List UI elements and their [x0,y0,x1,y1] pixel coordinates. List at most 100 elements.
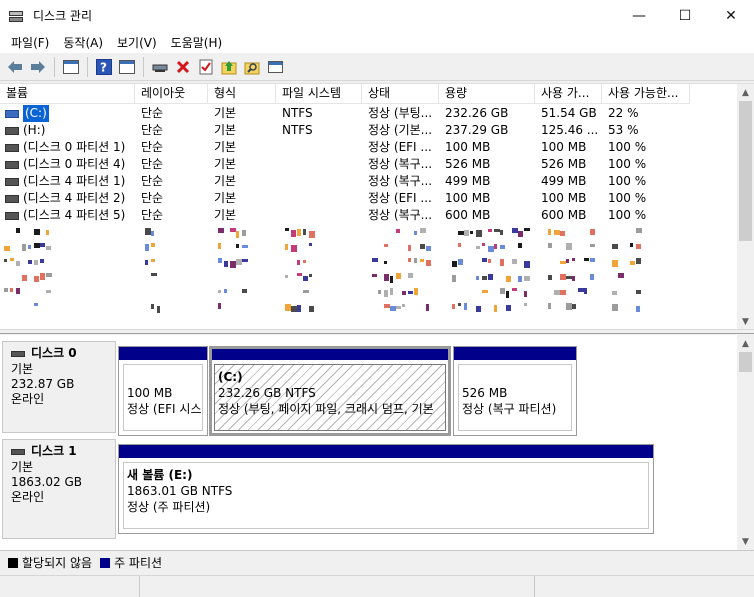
search-icon[interactable] [241,56,263,78]
redacted-pixel [476,246,480,249]
help-icon[interactable]: ? [93,56,115,78]
volume-percent-free: 100 % [608,191,647,205]
volume-type: 기본 [214,191,237,205]
close-button[interactable]: ✕ [708,0,754,31]
volume-icon [5,109,19,118]
menu-view[interactable]: 보기(V) [110,34,164,51]
scroll-down-icon[interactable]: ▼ [737,313,754,330]
redacted-pixel [242,230,246,236]
volume-type: 기본 [214,157,237,171]
column-layout[interactable]: 레이아웃 [135,84,208,104]
table-row[interactable]: (디스크 0 파티션 1) 단순 기본 정상 (EFI ... 100 MB 1… [0,139,736,156]
disk-1-label[interactable]: 디스크 1 기본 1863.02 GB 온라인 [2,439,116,539]
redacted-pixel [285,275,288,278]
redacted-pixel [46,290,51,293]
redacted-pixel [488,274,493,280]
volume-layout: 단순 [141,140,164,154]
volume-filesystem [276,173,362,190]
volume-icon [5,211,19,220]
scroll-up-icon[interactable]: ▲ [737,84,754,101]
redacted-pixel [482,290,488,293]
partition-e[interactable]: 새 볼륨 (E:) 1863.01 GB NTFS 정상 (주 파티션) [118,444,654,534]
redacted-pixel [452,304,455,309]
redacted-pixel [518,231,523,237]
redacted-pixel [524,291,527,297]
redacted-pixel [630,243,633,247]
redacted-pixel [560,231,565,236]
table-row[interactable]: (디스크 0 파티션 4) 단순 기본 정상 (복구... 526 MB 526… [0,156,736,173]
redacted-pixel [22,244,26,251]
delete-icon[interactable] [172,56,194,78]
redacted-pixel [636,244,641,249]
disk-0-label[interactable]: 디스크 0 기본 232.87 GB 온라인 [2,341,116,433]
menu-action[interactable]: 동작(A) [56,34,110,51]
redacted-pixel [46,230,49,235]
column-status[interactable]: 상태 [362,84,439,104]
redacted-pixel [636,258,641,264]
up-arrow-icon[interactable] [218,56,240,78]
table-row[interactable]: (C:) 단순 기본 NTFS 정상 (부팅... 232.26 GB 51.5… [0,105,736,122]
scrollbar-thumb[interactable] [739,101,752,241]
maximize-button[interactable]: ☐ [662,0,708,31]
partition-c[interactable]: (C:) 232.26 GB NTFS 정상 (부팅, 페이지 파일, 크래시 … [209,346,451,436]
column-volume[interactable]: 볼륨 [0,84,135,104]
forward-arrow-icon[interactable] [27,56,49,78]
volume-type: 기본 [214,208,237,222]
checklist-icon[interactable] [195,56,217,78]
pane-splitter[interactable] [0,329,754,334]
back-arrow-icon[interactable] [4,56,26,78]
redacted-pixel [285,244,288,250]
column-type[interactable]: 형식 [208,84,276,104]
volume-free-space: 100 MB [541,140,587,154]
volume-type: 기본 [214,123,237,137]
redacted-pixel [384,244,388,247]
table-row[interactable]: (디스크 4 파티션 2) 단순 기본 정상 (EFI ... 100 MB 1… [0,190,736,207]
partition-status: 정상 (복구 파티션) [462,402,557,416]
redacted-pixel [28,260,32,264]
partition-status: 정상 (부팅, 페이지 파일, 크래시 덤프, 기본 [218,402,434,416]
list-header: 볼륨 레이아웃 형식 파일 시스템 상태 용량 사용 가... 사용 가능한..… [0,84,690,104]
redacted-pixel [34,276,39,282]
list-scrollbar[interactable]: ▲ ▼ [737,84,754,330]
redacted-pixel [590,258,595,262]
scroll-down-icon[interactable]: ▼ [737,533,754,550]
partition-title [127,369,199,385]
connect-drive-icon[interactable] [149,56,171,78]
scroll-up-icon[interactable]: ▲ [737,335,754,352]
redacted-pixel [396,273,401,279]
console-view-icon[interactable] [116,56,138,78]
disk-scrollbar[interactable]: ▲ ▼ [737,335,754,550]
menu-file[interactable]: 파일(F) [4,34,56,51]
table-row[interactable]: (H:) 단순 기본 NTFS 정상 (기본... 237.29 GB 125.… [0,122,736,139]
redacted-pixel [500,245,505,249]
minimize-button[interactable]: — [616,0,662,31]
column-capacity[interactable]: 용량 [439,84,535,104]
column-percent-free[interactable]: 사용 가능한... [602,84,690,104]
scrollbar-thumb[interactable] [739,352,752,372]
menu-help[interactable]: 도움말(H) [164,34,230,51]
table-row[interactable]: (디스크 4 파티션 5) 단순 기본 정상 (복구... 600 MB 600… [0,207,736,224]
redacted-pixel [309,306,314,312]
window-title: 디스크 관리 [33,9,93,23]
column-filesystem[interactable]: 파일 시스템 [276,84,362,104]
status-segment [535,576,754,597]
column-free-space[interactable]: 사용 가... [535,84,602,104]
partition-recovery[interactable]: 526 MB 정상 (복구 파티션) [453,346,577,436]
partition-size: 100 MB [127,386,173,400]
redacted-pixel [242,245,248,248]
partition-efi[interactable]: 100 MB 정상 (EFI 시스 [118,346,208,436]
window-icon[interactable] [264,56,286,78]
redacted-pixel [402,304,405,307]
table-row[interactable]: (디스크 4 파티션 1) 단순 기본 정상 (복구... 499 MB 499… [0,173,736,190]
redacted-pixel [470,231,473,234]
disk-management-icon [8,9,24,23]
volume-free-space: 499 MB [541,174,587,188]
redacted-pixel [426,246,431,251]
redacted-pixel [612,304,618,311]
redacted-pixel [452,275,456,282]
properties-icon[interactable] [60,56,82,78]
redacted-pixel [224,289,227,293]
redacted-pixel [151,259,155,262]
volume-layout: 단순 [141,208,164,222]
redacted-pixel [572,304,576,309]
